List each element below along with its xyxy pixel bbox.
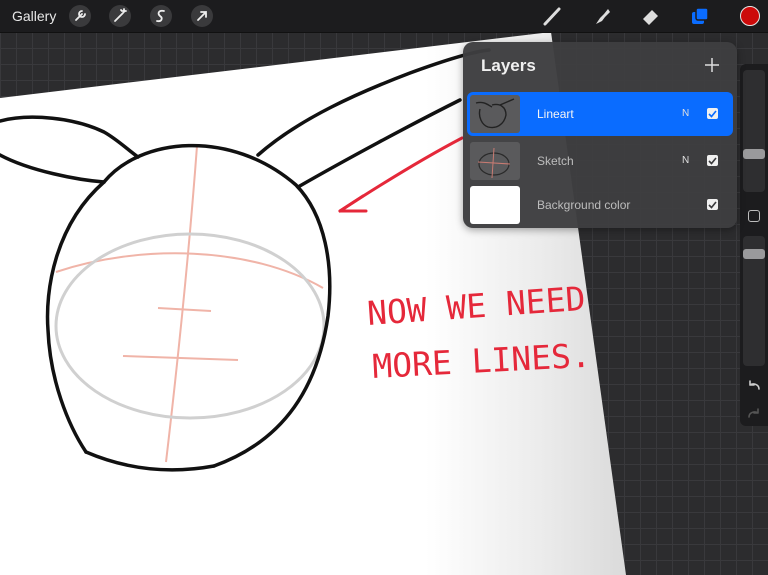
visibility-checkbox[interactable] bbox=[707, 155, 718, 166]
blend-mode-label[interactable]: N bbox=[682, 155, 689, 166]
panel-title: Layers bbox=[481, 56, 536, 75]
eraser-icon[interactable] bbox=[638, 4, 662, 28]
wrench-icon[interactable] bbox=[69, 5, 91, 27]
layers-panel: Layers Lineart N Sketch N Background col… bbox=[463, 42, 737, 228]
smudge-icon[interactable] bbox=[590, 4, 614, 28]
layer-thumbnail bbox=[470, 142, 520, 180]
selection-icon[interactable] bbox=[150, 5, 172, 27]
top-toolbar: Gallery bbox=[0, 0, 768, 33]
opacity-thumb[interactable] bbox=[743, 249, 765, 259]
layer-thumbnail bbox=[470, 186, 520, 224]
layers-icon[interactable] bbox=[688, 4, 712, 28]
modify-button[interactable] bbox=[748, 210, 760, 222]
transform-arrow-icon[interactable] bbox=[191, 5, 213, 27]
magic-wand-icon[interactable] bbox=[109, 5, 131, 27]
layer-thumbnail bbox=[470, 95, 520, 133]
add-layer-icon[interactable] bbox=[703, 56, 721, 74]
brush-icon[interactable] bbox=[540, 4, 564, 28]
brush-size-thumb[interactable] bbox=[743, 149, 765, 159]
visibility-checkbox[interactable] bbox=[707, 108, 718, 119]
blend-mode-label[interactable]: N bbox=[682, 108, 689, 119]
layer-name: Background color bbox=[537, 198, 631, 212]
layer-row-background[interactable]: Background color bbox=[467, 183, 733, 227]
layer-row-lineart[interactable]: Lineart N bbox=[467, 92, 733, 136]
layer-name: Lineart bbox=[537, 107, 574, 121]
layer-row-sketch[interactable]: Sketch N bbox=[467, 139, 733, 183]
undo-icon[interactable] bbox=[744, 376, 764, 396]
visibility-checkbox[interactable] bbox=[707, 199, 718, 210]
color-picker-button[interactable] bbox=[740, 6, 760, 26]
redo-icon[interactable] bbox=[744, 404, 764, 424]
gallery-button[interactable]: Gallery bbox=[12, 0, 56, 32]
layer-name: Sketch bbox=[537, 154, 574, 168]
brush-size-slider[interactable] bbox=[743, 70, 765, 192]
